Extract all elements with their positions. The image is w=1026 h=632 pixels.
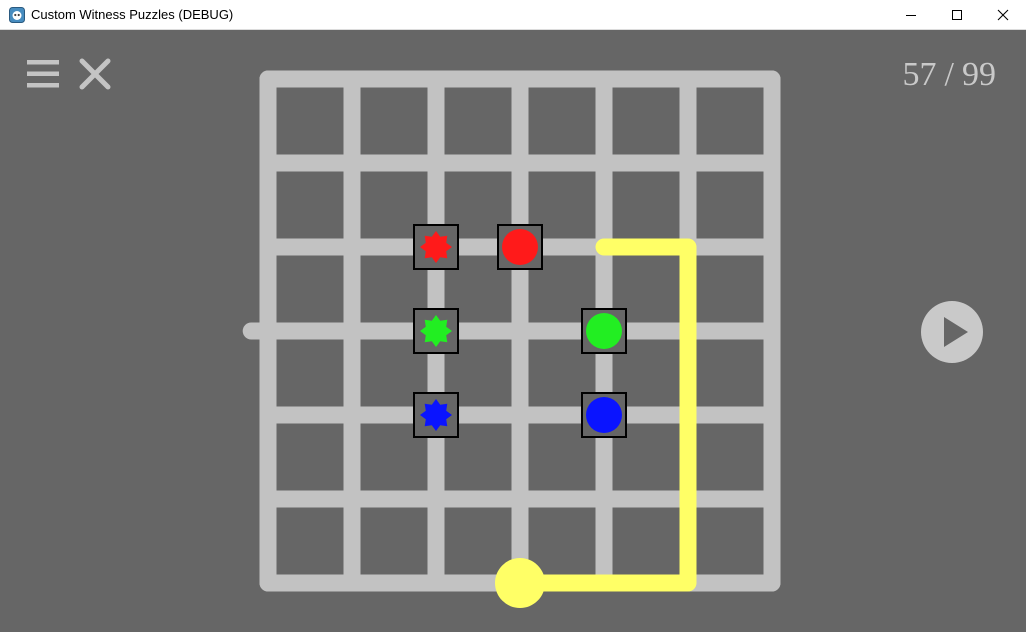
window-close-button[interactable]	[980, 0, 1026, 30]
maximize-icon	[952, 10, 962, 20]
title-bar: Custom Witness Puzzles (DEBUG)	[0, 0, 1026, 30]
minimize-icon	[906, 15, 916, 16]
red-star-symbol	[413, 224, 459, 270]
blue-star-icon	[420, 399, 452, 431]
green-star-icon	[420, 315, 452, 347]
blue-star-symbol	[413, 392, 459, 438]
red-star-icon	[420, 231, 452, 263]
minimize-button[interactable]	[888, 0, 934, 30]
green-circle-symbol	[581, 308, 627, 354]
puzzle-board[interactable]	[0, 30, 1026, 632]
blue-circle-symbol	[581, 392, 627, 438]
close-icon	[997, 9, 1009, 21]
blue-circle-icon	[586, 397, 622, 433]
game-area: 57/99	[0, 30, 1026, 632]
app-icon	[9, 7, 25, 23]
green-circle-icon	[586, 313, 622, 349]
red-circle-symbol	[497, 224, 543, 270]
green-star-symbol	[413, 308, 459, 354]
red-circle-icon	[502, 229, 538, 265]
start-point	[495, 558, 545, 608]
maximize-button[interactable]	[934, 0, 980, 30]
window-title: Custom Witness Puzzles (DEBUG)	[31, 7, 234, 22]
